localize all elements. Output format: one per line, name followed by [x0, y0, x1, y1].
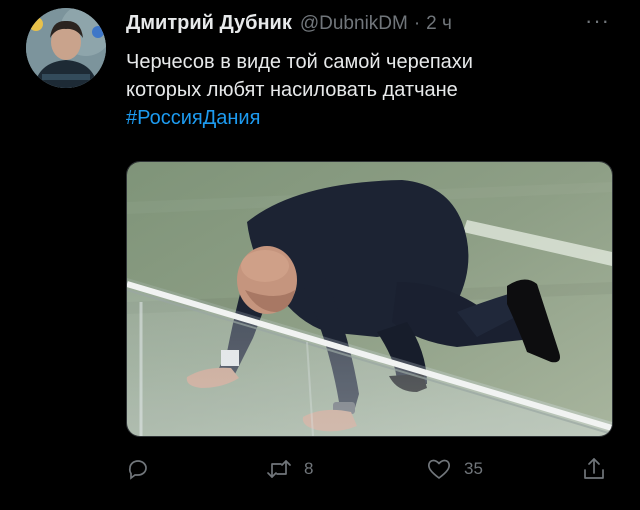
retweet-count: 8 [304, 459, 314, 478]
tweet-actions: 8 35 [126, 452, 616, 486]
tweet-text-line-1: Черчесов в виде той самой черепахи [126, 51, 473, 73]
author-handle[interactable]: @DubnikDM [300, 13, 408, 35]
tweet-photo[interactable] [126, 161, 613, 437]
tweet-time[interactable]: 2 ч [426, 13, 452, 35]
like-button[interactable]: 35 [426, 452, 483, 486]
tweet-header: Дмитрий Дубник @DubnikDM · 2 ч [126, 12, 452, 38]
reply-icon [126, 457, 150, 481]
heart-icon [426, 457, 452, 481]
author-name[interactable]: Дмитрий Дубник [126, 12, 292, 35]
separator-dot: · [413, 13, 421, 34]
like-count: 35 [464, 459, 483, 478]
tweet-text: Черчесов в виде той самой черепахи котор… [126, 48, 606, 132]
share-button[interactable] [582, 452, 606, 486]
share-icon [582, 456, 606, 482]
avatar[interactable] [26, 8, 106, 88]
hashtag-link[interactable]: #РоссияДания [126, 104, 606, 132]
reply-button[interactable] [126, 452, 150, 486]
retweet-icon [266, 457, 292, 481]
retweet-button[interactable]: 8 [266, 452, 313, 486]
tweet[interactable]: Дмитрий Дубник @DubnikDM · 2 ч ··· Черче… [0, 0, 640, 510]
tweet-text-line-2: которых любят насиловать датчане [126, 79, 458, 101]
more-icon[interactable]: ··· [585, 8, 610, 34]
